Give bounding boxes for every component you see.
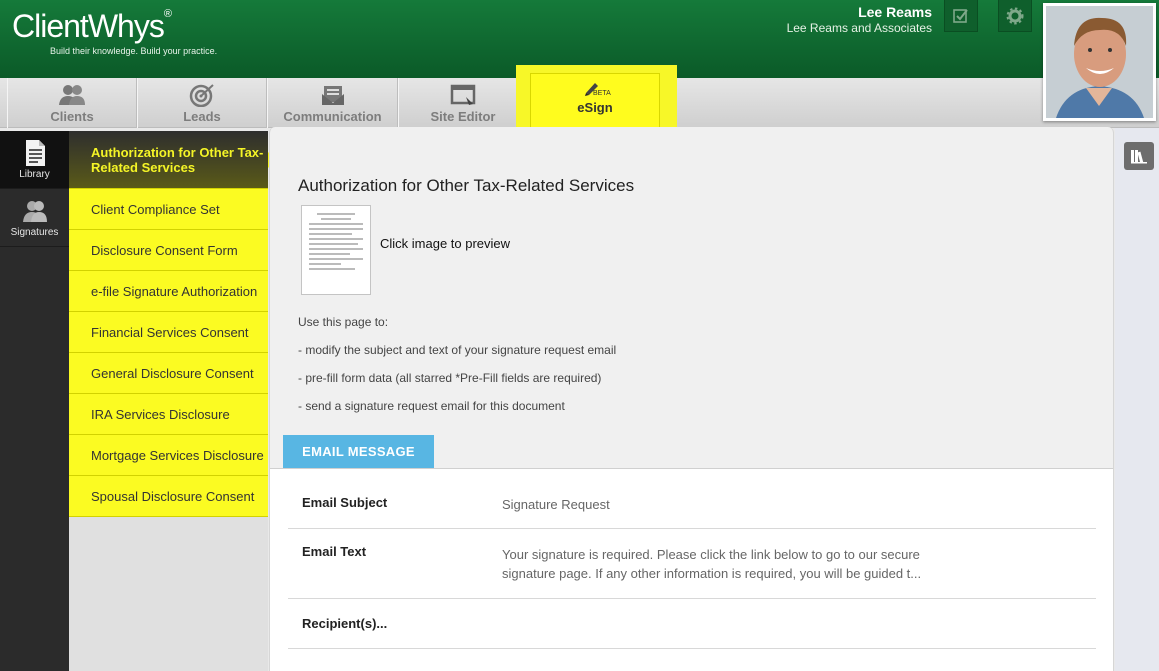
sidebar-item-library[interactable]: Library xyxy=(0,131,69,189)
tab-label: Clients xyxy=(50,109,94,124)
document-item[interactable]: Financial Services Consent xyxy=(69,312,268,353)
email-subject-row[interactable]: Email Subject Signature Request xyxy=(288,469,1096,529)
email-form: Email Subject Signature Request Email Te… xyxy=(270,468,1113,671)
document-thumbnail[interactable] xyxy=(301,205,371,295)
target-icon xyxy=(189,84,214,107)
document-item[interactable]: Client Compliance Set xyxy=(69,189,268,230)
checkbox-icon xyxy=(953,8,968,23)
tab-leads[interactable]: Leads xyxy=(137,78,267,128)
user-company: Lee Reams and Associates xyxy=(786,21,932,35)
user-name: Lee Reams xyxy=(858,4,932,20)
clients-icon xyxy=(59,85,85,105)
tab-label: eSign xyxy=(577,100,613,115)
user-info: Lee Reams Lee Reams and Associates xyxy=(787,4,932,35)
document-item[interactable]: General Disclosure Consent xyxy=(69,353,268,394)
tab-label: Site Editor xyxy=(430,109,496,124)
document-item[interactable]: IRA Services Disclosure xyxy=(69,394,268,435)
document-icon xyxy=(25,140,45,166)
intro-text: Use this page to: - modify the subject a… xyxy=(298,308,616,420)
preview-hint: Click image to preview xyxy=(380,236,511,251)
intro-line: Use this page to: xyxy=(298,315,389,329)
document-item-active[interactable]: Authorization for Other Tax-Related Serv… xyxy=(69,131,276,189)
envelope-icon xyxy=(321,86,344,105)
tab-clients[interactable]: Clients xyxy=(7,78,137,128)
tab-site-editor[interactable]: Site Editor xyxy=(398,78,528,128)
gear-icon xyxy=(1006,7,1024,24)
logo-text: ClientWhys xyxy=(12,8,165,44)
document-item[interactable]: e-file Signature Authorization xyxy=(69,271,268,312)
user-photo xyxy=(1046,6,1153,118)
left-sidebar: Library Signatures xyxy=(0,131,69,671)
logo-registered-mark: ® xyxy=(163,8,172,20)
library-toggle-button[interactable] xyxy=(1124,142,1154,170)
email-text-row[interactable]: Email Text Your signature is required. P… xyxy=(288,529,1096,599)
sidebar-item-signatures[interactable]: Signatures xyxy=(0,189,69,247)
books-icon xyxy=(1131,150,1147,164)
logo[interactable]: ClientWhys® Build their knowledge. Build… xyxy=(12,8,217,56)
tab-label: Leads xyxy=(183,109,221,124)
tab-esign[interactable]: BETA eSign xyxy=(530,73,660,128)
beta-badge: BETA xyxy=(593,90,611,97)
page-title: Authorization for Other Tax-Related Serv… xyxy=(298,176,635,195)
email-text-label: Email Text xyxy=(302,544,367,559)
settings-button[interactable] xyxy=(998,0,1032,32)
sidebar-item-label: Library xyxy=(19,169,50,180)
recipients-label[interactable]: Recipient(s)... xyxy=(302,616,387,631)
right-rail xyxy=(1115,128,1159,671)
logo-tagline: Build their knowledge. Build your practi… xyxy=(50,46,218,56)
intro-line: - send a signature request email for thi… xyxy=(298,399,565,413)
tab-email-message[interactable]: EMAIL MESSAGE xyxy=(283,435,434,475)
avatar[interactable] xyxy=(1043,3,1156,121)
document-item[interactable]: Mortgage Services Disclosure xyxy=(69,435,268,476)
sidebar-item-label: Signatures xyxy=(10,227,59,238)
email-subject-value[interactable]: Signature Request xyxy=(502,495,942,514)
intro-line: - pre-fill form data (all starred *Pre-F… xyxy=(298,371,602,385)
document-list: Authorization for Other Tax-Related Serv… xyxy=(69,131,276,671)
main-panel: Authorization for Other Tax-Related Serv… xyxy=(269,127,1114,671)
tab-communication[interactable]: Communication xyxy=(267,78,398,128)
people-icon xyxy=(22,201,47,222)
email-subject-label: Email Subject xyxy=(302,495,388,510)
intro-line: - modify the subject and text of your si… xyxy=(298,343,617,357)
tasks-button[interactable] xyxy=(944,0,978,32)
browser-icon xyxy=(450,84,476,105)
document-item[interactable]: Spousal Disclosure Consent xyxy=(69,476,268,517)
recipients-row[interactable]: Recipient(s)... xyxy=(288,599,1096,649)
email-text-value[interactable]: Your signature is required. Please click… xyxy=(502,545,942,583)
tab-label: Communication xyxy=(283,109,382,124)
document-item[interactable]: Disclosure Consent Form xyxy=(69,230,268,271)
